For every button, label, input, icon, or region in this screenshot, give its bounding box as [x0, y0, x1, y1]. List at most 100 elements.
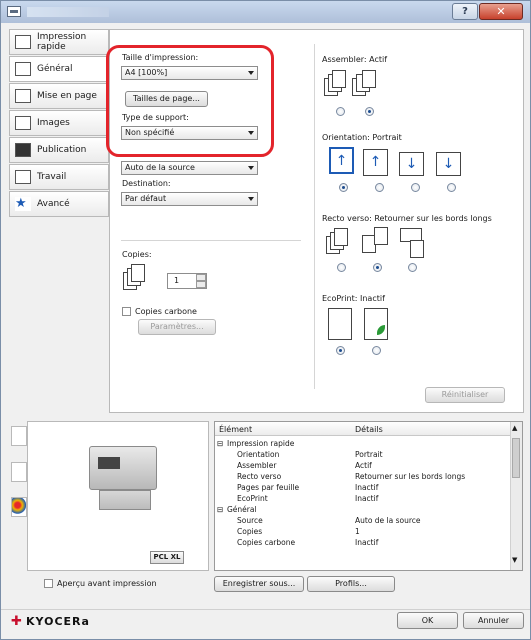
tab-travail[interactable]: Travail — [9, 164, 109, 190]
close-button[interactable]: ✕ — [479, 3, 523, 20]
tab-label: Impression rapide — [37, 32, 87, 52]
tab-mise-en-page[interactable]: Mise en page — [9, 83, 109, 109]
orientation-portrait-rotated-radio[interactable] — [411, 183, 420, 192]
job-icon — [15, 170, 31, 184]
scroll-down-icon[interactable]: ▼ — [512, 556, 517, 564]
source-select[interactable]: Auto de la source — [121, 161, 258, 175]
row-detail: Auto de la source — [355, 516, 421, 525]
cancel-button[interactable]: Annuler — [463, 612, 524, 629]
orientation-landscape-rotated-radio[interactable] — [447, 183, 456, 192]
printer-view-icon[interactable] — [11, 426, 27, 446]
row-item: Général — [227, 505, 257, 514]
collate-on-radio[interactable] — [365, 107, 374, 116]
carbon-copies-label: Copies carbone — [135, 307, 197, 316]
printer-tray — [99, 490, 151, 510]
ecoprint-off-icon[interactable] — [328, 308, 352, 340]
duplex-long-edge-icon[interactable] — [362, 227, 390, 255]
kyocera-logo-icon: ✚ — [11, 614, 22, 629]
ok-button[interactable]: OK — [397, 612, 458, 629]
duplex-short-edge-radio[interactable] — [408, 263, 417, 272]
printer-app-icon — [7, 6, 21, 17]
duplex-long-edge-radio[interactable] — [373, 263, 382, 272]
print-preview-checkbox[interactable] — [44, 579, 53, 588]
duplex-off-icon[interactable] — [326, 228, 352, 254]
sidebar: Impression rapide Général Mise en page I… — [9, 29, 110, 413]
spin-down-button[interactable] — [196, 281, 206, 288]
color-view-icon[interactable] — [11, 497, 27, 517]
title-bar[interactable]: ? ✕ — [1, 1, 530, 23]
layout-icon — [15, 89, 31, 103]
column-element: Élément — [219, 425, 253, 434]
window-title — [27, 7, 109, 17]
orientation-landscape-radio[interactable] — [375, 183, 384, 192]
ecoprint-on-radio[interactable] — [372, 346, 381, 355]
tab-label: Général — [37, 64, 73, 74]
destination-select[interactable]: Par défaut — [121, 192, 258, 206]
uncollated-icon[interactable] — [324, 70, 348, 96]
pcl-badge: PCL XL — [150, 551, 184, 564]
scroll-up-icon[interactable]: ▲ — [512, 424, 517, 432]
row-detail: Inactif — [355, 538, 379, 547]
row-item: Source — [237, 516, 263, 525]
row-item: Copies — [237, 527, 263, 536]
collate-label: Assembler: Actif — [322, 55, 388, 64]
collapse-icon[interactable]: ⊟ — [217, 505, 223, 514]
row-detail: Retourner sur les bords longs — [355, 472, 466, 481]
ecoprint-on-icon[interactable] — [364, 308, 388, 340]
profiles-button[interactable]: Profils... — [307, 576, 395, 592]
tab-publication[interactable]: Publication — [9, 137, 109, 163]
advanced-icon: ★ — [15, 197, 31, 211]
images-icon — [15, 116, 31, 130]
collated-icon[interactable] — [352, 70, 378, 96]
settings-summary-table: Élément Détails ⊟ Impression rapide Orie… — [214, 421, 523, 571]
preview-pane: PCL XL — [27, 421, 209, 571]
ecoprint-label: EcoPrint: Inactif — [322, 294, 385, 303]
tab-label: Publication — [37, 145, 87, 155]
destination-label: Destination: — [122, 179, 171, 188]
table-header: Élément Détails — [215, 422, 522, 436]
ecoprint-off-radio[interactable] — [336, 346, 345, 355]
orientation-portrait-radio[interactable] — [339, 183, 348, 192]
tab-impression-rapide[interactable]: Impression rapide — [9, 29, 109, 55]
help-button[interactable]: ? — [452, 3, 478, 20]
carbon-copies-checkbox[interactable] — [122, 307, 131, 316]
chevron-down-icon — [248, 166, 254, 170]
scroll-thumb[interactable] — [512, 438, 520, 478]
tab-images[interactable]: Images — [9, 110, 109, 136]
row-item: Pages par feuille — [237, 483, 300, 492]
landscape-rotated-icon[interactable]: ↓ — [436, 152, 461, 176]
portrait-icon[interactable]: ↑ — [329, 147, 354, 174]
publication-icon — [15, 143, 31, 157]
chevron-down-icon — [248, 197, 254, 201]
tab-avance[interactable]: ★ Avancé — [9, 191, 109, 217]
row-item: Recto verso — [237, 472, 282, 481]
save-as-button[interactable]: Enregistrer sous... — [214, 576, 304, 592]
settings-button[interactable]: Paramètres... — [138, 319, 216, 335]
duplex-short-edge-icon[interactable] — [398, 228, 426, 258]
row-detail: Inactif — [355, 483, 379, 492]
tab-label: Avancé — [37, 199, 70, 209]
row-item: Orientation — [237, 450, 280, 459]
print-dialog: ? ✕ Impression rapide Général Mise en pa… — [0, 0, 531, 640]
portrait-rotated-icon[interactable]: ↓ — [399, 152, 424, 176]
row-item: Assembler — [237, 461, 277, 470]
row-item: Copies carbone — [237, 538, 296, 547]
row-item: EcoPrint — [237, 494, 268, 503]
quick-print-icon — [15, 35, 31, 49]
printer-image — [89, 446, 157, 490]
row-detail: Inactif — [355, 494, 379, 503]
tab-general[interactable]: Général — [9, 56, 110, 82]
collate-off-radio[interactable] — [336, 107, 345, 116]
duplex-label: Recto verso: Retourner sur les bords lon… — [322, 214, 492, 223]
landscape-icon[interactable]: ↑ — [363, 149, 388, 176]
row-item: Impression rapide — [227, 439, 295, 448]
duplex-off-radio[interactable] — [337, 263, 346, 272]
table-scrollbar[interactable]: ▲ ▼ — [510, 422, 522, 570]
print-preview-label: Aperçu avant impression — [57, 579, 157, 588]
document-view-icon[interactable] — [11, 462, 27, 482]
destination-value: Par défaut — [125, 194, 167, 203]
orientation-label: Orientation: Portrait — [322, 133, 402, 142]
collapse-icon[interactable]: ⊟ — [217, 439, 223, 448]
reset-button[interactable]: Réinitialiser — [425, 387, 505, 403]
spin-up-button[interactable] — [196, 274, 206, 281]
